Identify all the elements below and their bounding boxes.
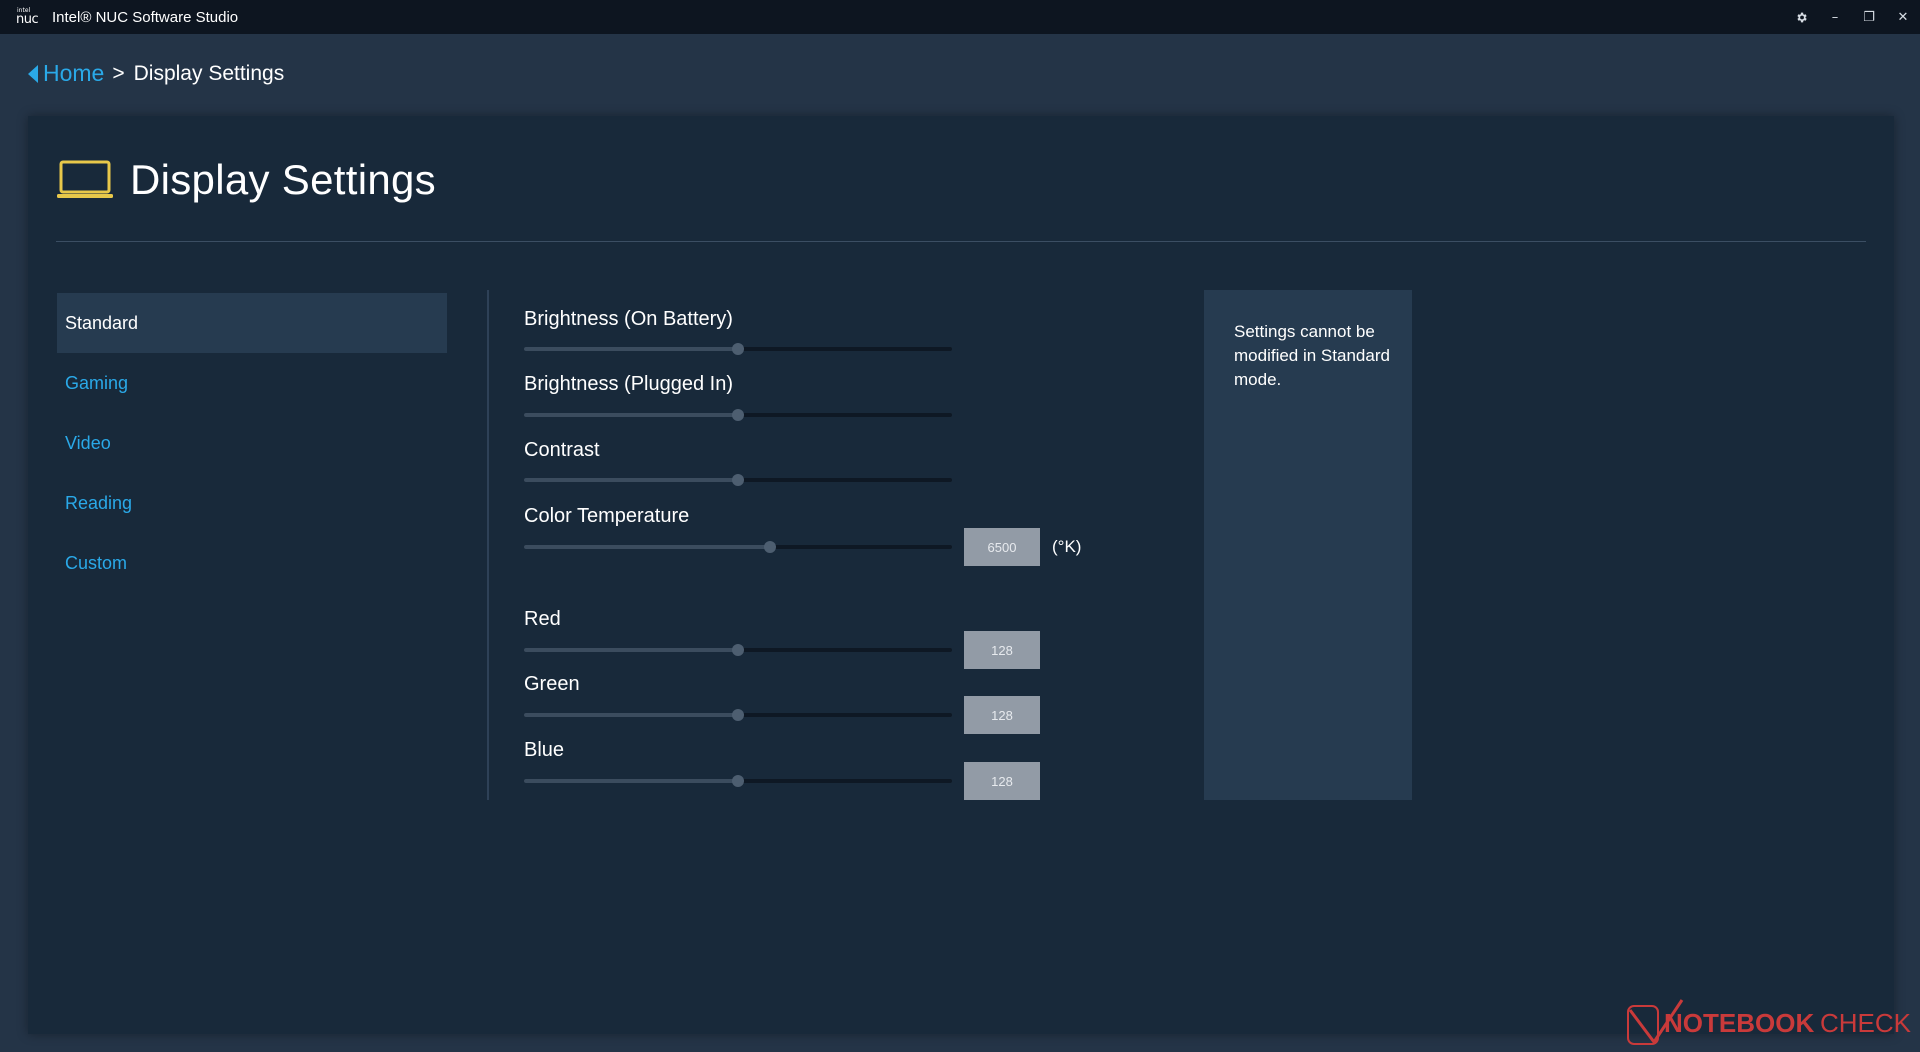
red-slider[interactable] (524, 643, 952, 657)
color-temperature-label: Color Temperature (524, 505, 690, 527)
green-value[interactable]: 128 (964, 696, 1040, 734)
header-divider (56, 241, 1866, 242)
slider-thumb[interactable] (764, 541, 777, 553)
restore-button[interactable]: ❐ (1852, 0, 1886, 34)
slider-thumb[interactable] (732, 709, 744, 721)
slider-thumb[interactable] (732, 343, 744, 355)
watermark-text-light: CHECK (1820, 1008, 1912, 1038)
color-temperature-control: Color Temperature 6500 (°K) (524, 505, 1124, 566)
contrast-label: Contrast (524, 439, 600, 461)
slider-thumb[interactable] (732, 644, 744, 656)
breadcrumb-home-link[interactable]: Home (43, 60, 104, 87)
gear-icon (1796, 12, 1807, 22)
blue-slider[interactable] (524, 774, 952, 788)
color-temperature-unit: (°K) (1052, 537, 1082, 556)
sidebar-item-reading[interactable]: Reading (57, 473, 447, 533)
green-control: Green 128 (524, 673, 1124, 734)
info-text: Settings cannot be modified in Standard … (1234, 322, 1390, 389)
minimize-icon: – (1831, 9, 1839, 25)
breadcrumb: Home > Display Settings (28, 60, 284, 87)
title-bar: intel nuc Intel® NUC Software Studio – ❐… (0, 0, 1920, 34)
sidebar-item-custom[interactable]: Custom (57, 533, 447, 593)
sidebar-item-gaming[interactable]: Gaming (57, 353, 447, 413)
breadcrumb-current: Display Settings (133, 61, 285, 85)
color-temperature-slider[interactable] (524, 540, 952, 554)
close-button[interactable]: ✕ (1886, 0, 1920, 34)
watermark-text-bold: NOTEBOOK (1664, 1008, 1814, 1038)
brightness-plugged-slider[interactable] (524, 408, 952, 422)
breadcrumb-separator: > (112, 61, 125, 85)
blue-value[interactable]: 128 (964, 762, 1040, 800)
blue-label: Blue (524, 739, 565, 761)
app-title: Intel® NUC Software Studio (52, 8, 239, 26)
red-control: Red 128 (524, 608, 1124, 669)
contrast-slider[interactable] (524, 473, 952, 487)
contrast-control: Contrast (524, 439, 1124, 486)
green-label: Green (524, 673, 580, 695)
laptop-icon (57, 160, 113, 198)
settings-button[interactable] (1784, 0, 1818, 34)
notebookcheck-watermark: NOTEBOOK CHECK (1627, 999, 1912, 1045)
main-panel: Display Settings Standard Gaming Video R… (28, 116, 1894, 1034)
slider-thumb[interactable] (732, 409, 744, 421)
color-temperature-value[interactable]: 6500 (964, 528, 1040, 566)
brightness-plugged-label: Brightness (Plugged In) (524, 373, 734, 395)
page-header: Display Settings (56, 156, 436, 204)
sidebar-divider (487, 290, 489, 800)
sidebar-item-standard[interactable]: Standard (57, 293, 447, 353)
page-title: Display Settings (130, 156, 436, 203)
red-value[interactable]: 128 (964, 631, 1040, 669)
info-panel: Settings cannot be modified in Standard … (1204, 290, 1412, 800)
slider-thumb[interactable] (732, 775, 744, 787)
window-controls: – ❐ ✕ (1784, 0, 1920, 34)
minimize-button[interactable]: – (1818, 0, 1852, 34)
back-arrow-icon[interactable] (28, 64, 38, 83)
green-slider[interactable] (524, 708, 952, 722)
brightness-battery-control: Brightness (On Battery) (524, 308, 1124, 355)
mode-sidebar: Standard Gaming Video Reading Custom (57, 293, 447, 593)
sidebar-item-video[interactable]: Video (57, 413, 447, 473)
brightness-battery-slider[interactable] (524, 342, 952, 356)
slider-thumb[interactable] (732, 474, 744, 486)
brightness-plugged-control: Brightness (Plugged In) (524, 373, 1124, 421)
close-icon: ✕ (1897, 9, 1909, 25)
intel-nuc-logo: intel nuc (16, 7, 39, 27)
blue-control: Blue 128 (524, 739, 1124, 800)
red-label: Red (524, 608, 561, 630)
brightness-battery-label: Brightness (On Battery) (524, 308, 733, 330)
restore-icon: ❐ (1863, 9, 1875, 25)
